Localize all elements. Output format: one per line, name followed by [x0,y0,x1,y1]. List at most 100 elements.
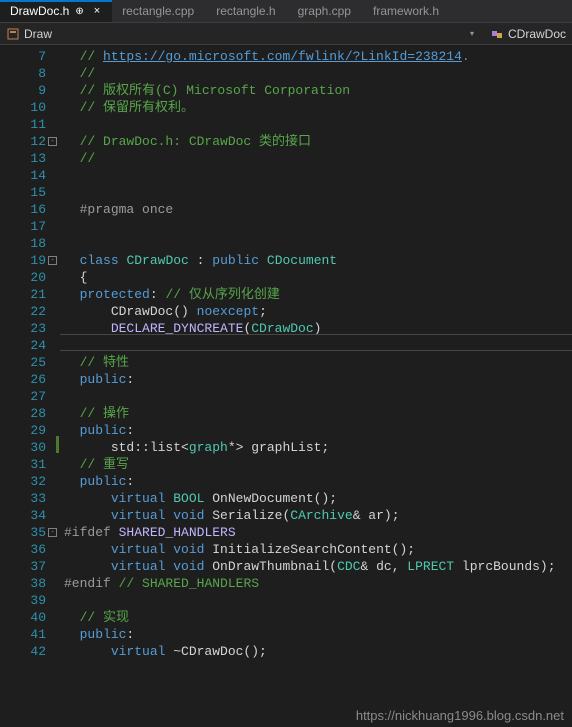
line-number: 28 [0,405,46,422]
code-line[interactable] [64,235,572,252]
line-number: 20 [0,269,46,286]
code-editor[interactable]: 7891011121314151617181920212223242526272… [0,45,572,727]
code-line[interactable]: // 实现 [64,609,572,626]
code-line[interactable]: // 保留所有权利。 [64,99,572,116]
code-line[interactable]: virtual BOOL OnNewDocument(); [64,490,572,507]
code-line[interactable]: { [64,269,572,286]
code-line[interactable]: // 重写 [64,456,572,473]
tab-rectangle-cpp[interactable]: rectangle.cpp [112,0,206,22]
code-line[interactable]: std::list<graph*> graphList; [64,439,572,456]
code-line[interactable]: protected: // 仅从序列化创建 [64,286,572,303]
fold-toggle-icon[interactable]: - [48,137,57,146]
code-line[interactable] [64,388,572,405]
line-number: 32 [0,473,46,490]
line-number: 15 [0,184,46,201]
watermark: https://nickhuang1996.blog.csdn.net [356,708,564,723]
line-number: 37 [0,558,46,575]
line-number: 12 [0,133,46,150]
dropdown-icon[interactable]: ▾ [470,29,474,38]
navigation-bar: Draw ▾ CDrawDoc [0,23,572,45]
line-number: 42 [0,643,46,660]
code-line[interactable]: public: [64,422,572,439]
line-number: 41 [0,626,46,643]
code-line[interactable]: #pragma once [64,201,572,218]
line-number: 39 [0,592,46,609]
code-line[interactable]: // https://go.microsoft.com/fwlink/?Link… [64,48,572,65]
code-line[interactable]: virtual ~CDrawDoc(); [64,643,572,660]
code-line[interactable]: virtual void Serialize(CArchive& ar); [64,507,572,524]
line-number: 25 [0,354,46,371]
tab-DrawDoc-h[interactable]: DrawDoc.h ⊕ × [0,0,112,22]
line-number: 33 [0,490,46,507]
code-line[interactable]: // 操作 [64,405,572,422]
line-number: 31 [0,456,46,473]
line-number: 9 [0,82,46,99]
code-line[interactable] [64,184,572,201]
tab-label: framework.h [373,4,439,18]
tab-label: DrawDoc.h [10,4,69,18]
tab-rectangle-h[interactable]: rectangle.h [206,0,287,22]
change-indicator [56,436,59,453]
fold-toggle-icon[interactable]: - [48,256,57,265]
fold-toggle-icon[interactable]: - [48,528,57,537]
line-number: 40 [0,609,46,626]
code-line[interactable]: // [64,150,572,167]
line-number: 23 [0,320,46,337]
tab-label: rectangle.cpp [122,4,194,18]
code-line[interactable]: #ifdef SHARED_HANDLERS [64,524,572,541]
tab-framework-h[interactable]: framework.h [363,0,451,22]
code-area[interactable]: // https://go.microsoft.com/fwlink/?Link… [60,45,572,727]
code-line[interactable] [64,116,572,133]
line-number: 36 [0,541,46,558]
line-number: 34 [0,507,46,524]
line-number: 22 [0,303,46,320]
code-line[interactable]: // 特性 [64,354,572,371]
line-number: 11 [0,116,46,133]
project-icon [6,27,20,41]
code-line[interactable]: #endif // SHARED_HANDLERS [64,575,572,592]
line-number: 8 [0,65,46,82]
line-number: 24 [0,337,46,354]
line-number: 10 [0,99,46,116]
code-line[interactable]: CDrawDoc() noexcept; [64,303,572,320]
line-number: 35 [0,524,46,541]
code-line[interactable]: // DrawDoc.h: CDrawDoc 类的接口 [64,133,572,150]
line-number: 26 [0,371,46,388]
tab-label: rectangle.h [216,4,275,18]
code-line[interactable]: public: [64,473,572,490]
line-number: 38 [0,575,46,592]
line-number: 27 [0,388,46,405]
line-number: 17 [0,218,46,235]
line-number: 14 [0,167,46,184]
code-line[interactable]: // [64,65,572,82]
line-number: 19 [0,252,46,269]
code-line[interactable] [64,167,572,184]
tab-bar: DrawDoc.h ⊕ × rectangle.cpp rectangle.h graph… [0,0,572,23]
code-line[interactable]: public: [64,371,572,388]
line-number: 18 [0,235,46,252]
line-number: 13 [0,150,46,167]
code-line[interactable]: DECLARE_DYNCREATE(CDrawDoc) [64,320,572,337]
line-number: 30 [0,439,46,456]
nav-class-label: CDrawDoc [508,27,566,41]
tab-label: graph.cpp [298,4,351,18]
line-number: 21 [0,286,46,303]
code-line[interactable]: class CDrawDoc : public CDocument [64,252,572,269]
nav-scope-label: Draw [24,27,52,41]
line-number: 7 [0,48,46,65]
code-line[interactable] [64,337,572,354]
code-line[interactable]: virtual void OnDrawThumbnail(CDC& dc, LP… [64,558,572,575]
code-line[interactable]: // 版权所有(C) Microsoft Corporation [64,82,572,99]
class-icon [490,27,504,41]
code-line[interactable]: public: [64,626,572,643]
line-number-gutter: 7891011121314151617181920212223242526272… [0,45,60,727]
nav-scope-left[interactable]: Draw [6,27,52,41]
line-number: 29 [0,422,46,439]
code-line[interactable] [64,592,572,609]
pin-icon[interactable]: ⊕ [75,6,83,17]
close-icon[interactable]: × [94,5,100,17]
code-line[interactable]: virtual void InitializeSearchContent(); [64,541,572,558]
code-line[interactable] [64,218,572,235]
line-number: 16 [0,201,46,218]
tab-graph-cpp[interactable]: graph.cpp [288,0,363,22]
